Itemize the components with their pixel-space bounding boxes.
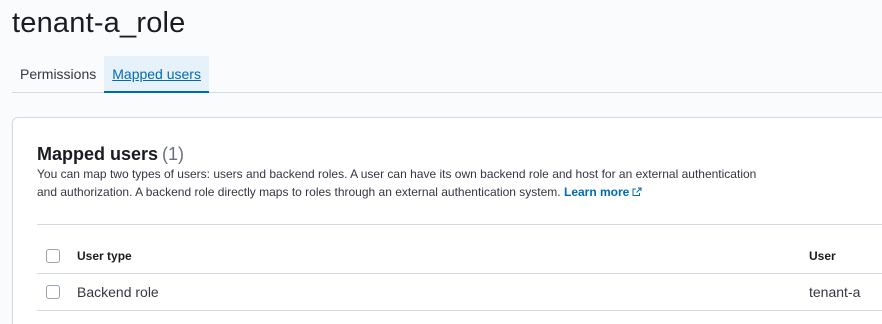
- panel-title-text: Mapped users: [37, 144, 159, 164]
- mapped-users-count: (1): [162, 144, 185, 164]
- tab-bar: Permissions Mapped users: [12, 56, 882, 93]
- column-header-user[interactable]: User: [809, 249, 836, 263]
- table-header-row: User type User: [37, 238, 882, 274]
- select-all-checkbox[interactable]: [46, 248, 60, 263]
- external-link-icon: [632, 184, 642, 202]
- description-text: You can map two types of users: users an…: [37, 167, 757, 199]
- mapped-users-table: User type User Backend role tenant-a: [37, 238, 882, 311]
- tab-mapped-users[interactable]: Mapped users: [104, 56, 209, 93]
- page-title: tenant-a_role: [12, 7, 186, 39]
- cell-user-type: Backend role: [77, 284, 159, 300]
- table-row: Backend role tenant-a: [37, 274, 882, 311]
- mapped-users-panel: Mapped users (1) You can map two types of…: [12, 117, 882, 324]
- panel-title: Mapped users (1): [37, 142, 184, 166]
- column-header-user-type[interactable]: User type: [77, 249, 132, 263]
- row-checkbox[interactable]: [46, 285, 60, 299]
- learn-more-link[interactable]: Learn more: [564, 185, 642, 199]
- tab-permissions[interactable]: Permissions: [12, 56, 104, 92]
- divider: [37, 224, 882, 225]
- cell-user: tenant-a: [809, 284, 861, 300]
- page: tenant-a_role Permissions Mapped users M…: [0, 0, 882, 324]
- learn-more-label: Learn more: [563, 185, 630, 199]
- panel-description: You can map two types of users: users an…: [37, 165, 777, 202]
